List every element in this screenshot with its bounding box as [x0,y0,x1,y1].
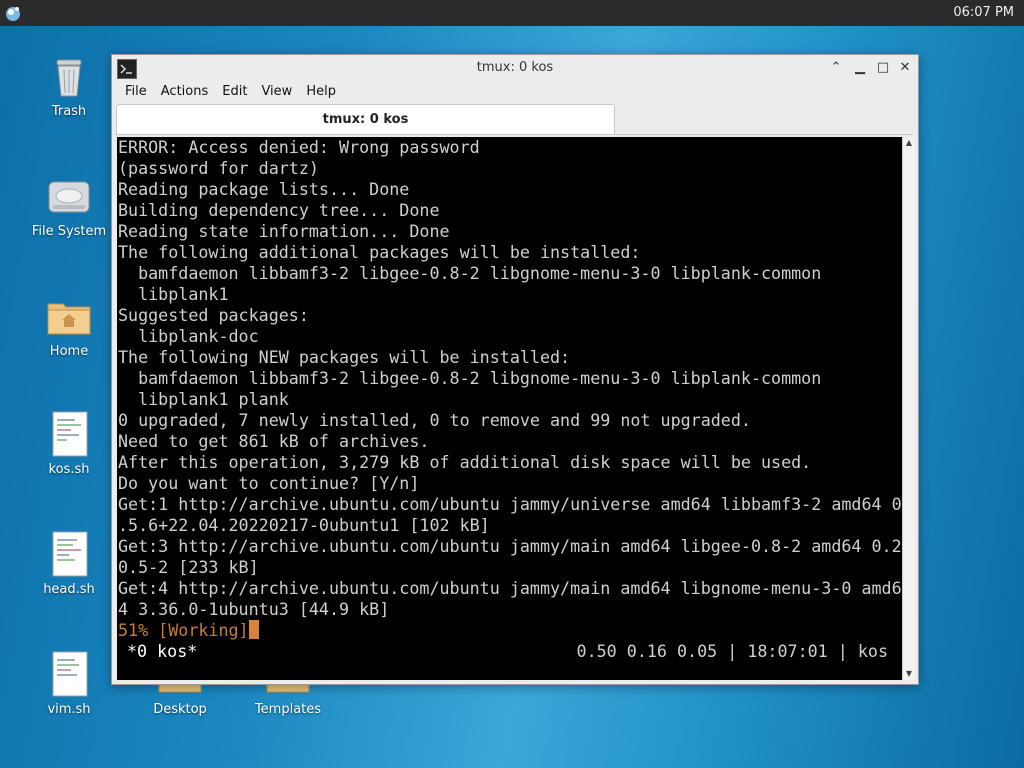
terminal-line: Do you want to continue? [Y/n] [118,473,420,493]
terminal-line: (password for dartz) [118,158,319,178]
terminal-window: tmux: 0 kos ⌃ ▁ □ ✕ File Actions Edit View H… [111,54,919,685]
clock[interactable]: 06:07 PM [953,5,1014,20]
shade-button[interactable]: ⌃ [828,60,844,76]
scroll-down-icon[interactable]: ▼ [903,668,915,680]
desktop-icon-label: head.sh [43,582,95,597]
terminal-line: .5.6+22.04.20220217-0ubuntu1 [102 kB] [118,515,490,535]
menu-actions[interactable]: Actions [154,82,216,99]
desktop-icon-home[interactable]: Home [24,292,114,359]
script-file-icon [45,410,93,458]
window-titlebar[interactable]: tmux: 0 kos ⌃ ▁ □ ✕ [112,55,918,81]
menu-help[interactable]: Help [299,82,343,99]
tab-tmux[interactable]: tmux: 0 kos [116,104,615,134]
terminal-line: bamfdaemon libbamf3-2 libgee-0.8-2 libgn… [118,368,822,388]
window-title: tmux: 0 kos [476,60,554,75]
scroll-up-icon[interactable]: ▲ [903,137,915,149]
terminal-line: The following additional packages will b… [118,242,641,262]
terminal-line: The following NEW packages will be insta… [118,347,571,367]
desktop-icon-trash[interactable]: Trash [24,52,114,119]
progress-text: 51% [Working] [118,620,249,640]
terminal-line: bamfdaemon libbamf3-2 libgee-0.8-2 libgn… [118,263,822,283]
whisker-menu-icon[interactable] [3,3,23,23]
menu-view[interactable]: View [254,82,299,99]
trash-icon [45,52,93,100]
minimize-button[interactable]: ▁ [852,60,868,76]
desktop-icon-label: Home [49,344,89,359]
script-file-icon [45,650,93,698]
terminal-output[interactable]: ERROR: Access denied: Wrong password (pa… [117,137,902,680]
home-folder-icon [45,292,93,340]
menu-edit[interactable]: Edit [215,82,254,99]
hard-drive-icon [45,172,93,220]
terminal-line: Need to get 861 kB of archives. [118,431,430,451]
desktop-icon-head-sh[interactable]: head.sh [24,530,114,597]
desktop-icon-vim-sh[interactable]: vim.sh [24,650,114,717]
terminal-line: Get:3 http://archive.ubuntu.com/ubuntu j… [118,536,902,556]
terminal-line: Building dependency tree... Done [118,200,440,220]
terminal-line: libplank1 [118,284,229,304]
terminal-line: ERROR: Access denied: Wrong password [118,137,480,157]
close-button[interactable]: ✕ [897,60,913,76]
desktop-icon-label: File System [31,224,107,239]
vertical-scrollbar[interactable]: ▲ ▼ [902,137,915,680]
terminal-line: 0.5-2 [233 kB] [118,557,259,577]
desktop-icon-label: kos.sh [48,462,90,477]
tmux-status-right: 0.50 0.16 0.05 | 18:07:01 | kos [576,641,888,661]
tmux-window-indicator[interactable]: *0 kos* [127,641,197,662]
menu-file[interactable]: File [118,82,154,99]
terminal-line: 4 3.36.0-1ubuntu3 [44.9 kB] [118,599,390,619]
terminal-line: libplank-doc [118,326,259,346]
terminal-line: Get:4 http://archive.ubuntu.com/ubuntu j… [118,578,902,598]
progress-line: 51% [Working] [118,620,902,641]
terminal-line: After this operation, 3,279 kB of additi… [118,452,812,472]
terminal-cursor [248,620,259,639]
desktop-icon-kos-sh[interactable]: kos.sh [24,410,114,477]
top-panel: 06:07 PM [0,0,1024,26]
terminal-line: Suggested packages: [118,305,309,325]
menubar: File Actions Edit View Help [112,82,918,104]
terminal-line: Get:1 http://archive.ubuntu.com/ubuntu j… [118,494,902,514]
desktop-icon-label: Trash [51,104,87,119]
tmux-status-bar: *0 kos* 0.50 0.16 0.05 | 18:07:01 | kos [117,641,902,662]
desktop-icon-label: vim.sh [47,702,91,717]
tab-bar: tmux: 0 kos [115,104,913,135]
desktop-icon-file-system[interactable]: File System [24,172,114,239]
desktop-icon-label: Templates [254,702,322,717]
script-file-icon [45,530,93,578]
terminal-line: Reading package lists... Done [118,179,410,199]
terminal-line: Reading state information... Done [118,221,450,241]
terminal-line: 0 upgraded, 7 newly installed, 0 to remo… [118,410,751,430]
maximize-button[interactable]: □ [875,60,891,76]
terminal-line: libplank1 plank [118,389,289,409]
